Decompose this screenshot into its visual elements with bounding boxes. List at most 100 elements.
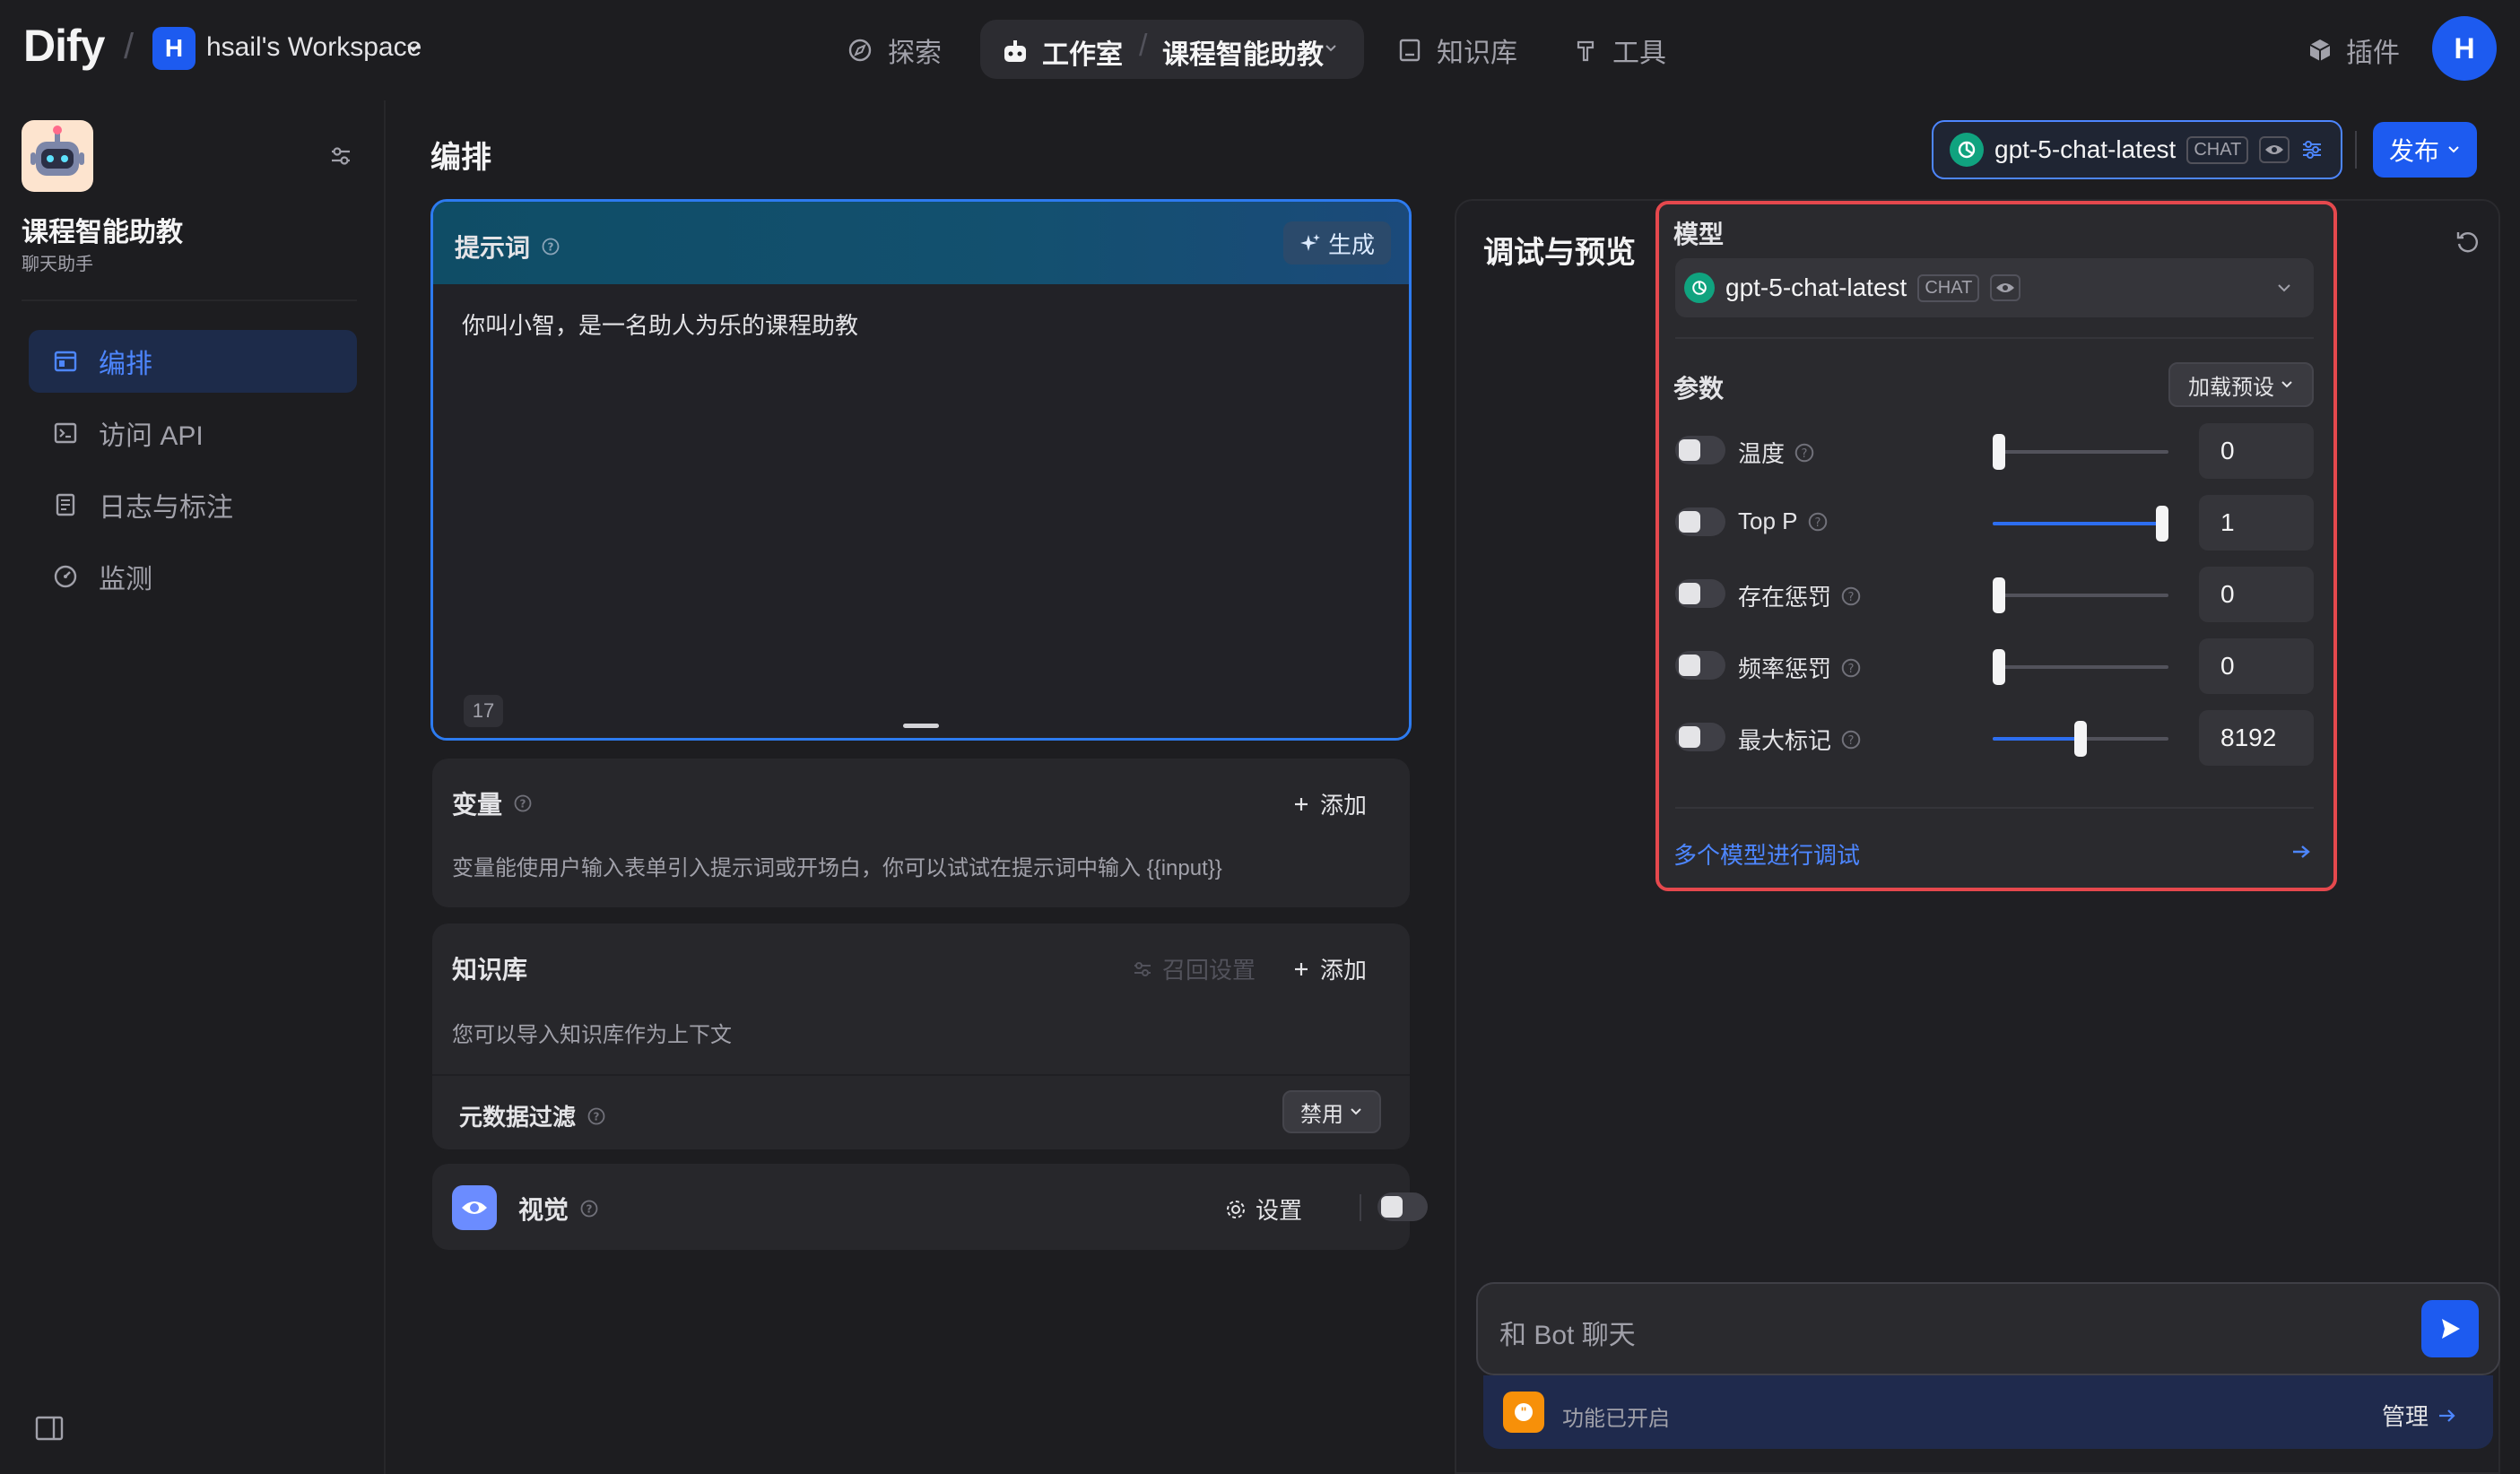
sidebar-item-logs[interactable]: 日志与标注 <box>29 473 357 536</box>
user-avatar[interactable]: H <box>2432 16 2497 81</box>
sliders-icon[interactable] <box>328 143 353 169</box>
plugins-label: 插件 <box>2346 39 2400 68</box>
metadata-filter-select[interactable]: 禁用 <box>1282 1090 1381 1133</box>
hammer-icon <box>1573 37 1598 64</box>
load-preset-label: 加载预设 <box>2188 375 2274 400</box>
chevron-down-icon[interactable] <box>1324 43 1338 54</box>
manage-features-button[interactable]: 管理 <box>2382 1399 2457 1432</box>
param-slider-thumb[interactable] <box>1993 434 2005 470</box>
prompt-header <box>433 202 1409 284</box>
param-value-input[interactable]: 0 <box>2199 567 2314 622</box>
arrow-right-icon <box>2437 1408 2457 1424</box>
svg-text:": " <box>1520 1406 1526 1420</box>
help-icon[interactable]: ? <box>579 1199 599 1218</box>
robot-icon <box>1001 39 1030 65</box>
param-slider-thumb[interactable] <box>2156 506 2168 542</box>
sidebar-item-label: 日志与标注 <box>99 493 233 523</box>
nav-tools-label: 工具 <box>1612 39 1666 68</box>
model-name: gpt-5-chat-latest <box>1994 135 2177 163</box>
vision-toggle[interactable] <box>1377 1192 1428 1221</box>
param-value-input[interactable]: 0 <box>2199 638 2314 694</box>
chevron-down-icon <box>2446 144 2461 155</box>
param-slider-track[interactable] <box>1993 450 2168 454</box>
help-icon[interactable]: ? <box>1840 585 1862 607</box>
param-value-input[interactable]: 0 <box>2199 423 2314 479</box>
sliders-icon <box>1132 958 1153 980</box>
model-selector-button[interactable]: gpt-5-chat-latest CHAT <box>1932 120 2342 179</box>
param-toggle[interactable] <box>1675 651 1725 680</box>
variables-title-label: 变量 <box>452 791 503 819</box>
param-toggle[interactable] <box>1675 579 1725 608</box>
metadata-filter-title: 元数据过滤 ? <box>459 1099 606 1132</box>
sidebar-item-orchestrate[interactable]: 编排 <box>29 330 357 393</box>
help-icon[interactable]: ? <box>1794 442 1815 464</box>
sidebar-item-api[interactable]: 访问 API <box>29 402 357 464</box>
help-icon[interactable]: ? <box>541 237 560 256</box>
param-label: 频率惩罚 ? <box>1738 651 1862 684</box>
send-button[interactable] <box>2421 1300 2479 1357</box>
add-knowledge-button[interactable]: 添加 <box>1291 952 1367 985</box>
app-name: 课程智能助教 <box>22 218 183 247</box>
resize-handle[interactable] <box>903 724 939 728</box>
chat-input-placeholder[interactable]: 和 Bot 聊天 <box>1499 1313 1636 1352</box>
chevron-down-icon <box>1349 1106 1363 1117</box>
prompt-text[interactable]: 你叫小智，是一名助人为乐的课程助教 <box>462 308 858 341</box>
nav-studio[interactable]: 工作室 <box>1001 32 1123 72</box>
nav-explore[interactable]: 探索 <box>847 30 942 70</box>
generate-button[interactable]: 生成 <box>1283 221 1391 264</box>
add-variable-button[interactable]: 添加 <box>1291 787 1367 820</box>
sidebar-item-label: 监测 <box>99 565 152 594</box>
divider <box>1360 1194 1361 1221</box>
chevron-down-icon[interactable] <box>405 39 421 56</box>
nav-separator: / <box>1139 29 1148 63</box>
recall-settings-button[interactable]: 召回设置 <box>1132 952 1256 985</box>
sidebar-item-monitor[interactable]: 监测 <box>29 545 357 608</box>
help-icon[interactable]: ? <box>587 1106 606 1126</box>
workspace-avatar[interactable]: H <box>152 27 196 70</box>
param-label-text: 存在惩罚 <box>1738 584 1832 611</box>
sidebar-collapse-icon[interactable] <box>34 1415 65 1442</box>
refresh-icon[interactable] <box>2454 228 2482 256</box>
param-toggle[interactable] <box>1675 723 1725 751</box>
nav-knowledge-label: 知识库 <box>1437 39 1517 68</box>
nav-explore-label: 探索 <box>888 39 942 68</box>
vision-card: 视觉 ? 设置 <box>432 1164 1428 1250</box>
param-slider-thumb[interactable] <box>1993 577 2005 613</box>
nav-knowledge[interactable]: 知识库 <box>1397 30 1517 70</box>
gear-icon <box>1225 1199 1247 1220</box>
nav-app-name[interactable]: 课程智能助教 <box>1162 32 1324 72</box>
nav-tools[interactable]: 工具 <box>1573 30 1666 70</box>
dify-logo[interactable]: Dify <box>23 20 105 72</box>
param-value-input[interactable]: 1 <box>2199 495 2314 551</box>
workspace-name[interactable]: hsail's Workspace <box>206 32 421 63</box>
knowledge-title: 知识库 <box>452 956 528 984</box>
sidebar-item-label: 访问 API <box>99 421 204 451</box>
help-icon[interactable]: ? <box>1840 657 1862 679</box>
arrow-right-icon[interactable] <box>2290 843 2312 861</box>
prompt-editor[interactable] <box>433 284 1409 738</box>
model-select[interactable]: gpt-5-chat-latest CHAT <box>1675 258 2314 317</box>
param-slider-thumb[interactable] <box>1993 649 2005 685</box>
param-toggle[interactable] <box>1675 436 1725 464</box>
vision-settings-button[interactable]: 设置 <box>1225 1192 1302 1226</box>
plugins-button[interactable]: 插件 <box>2307 30 2400 70</box>
app-sidebar <box>0 100 386 1474</box>
param-toggle[interactable] <box>1675 507 1725 536</box>
param-label: 温度 ? <box>1738 436 1815 469</box>
param-slider-thumb[interactable] <box>2074 721 2087 757</box>
svg-text:?: ? <box>1848 590 1855 603</box>
help-icon[interactable]: ? <box>1840 729 1862 750</box>
publish-button[interactable]: 发布 <box>2373 122 2477 178</box>
param-label-text: 最大标记 <box>1738 727 1832 754</box>
param-slider-track[interactable] <box>1993 665 2168 669</box>
nav-studio-label: 工作室 <box>1042 40 1123 70</box>
eye-icon <box>452 1185 497 1230</box>
load-preset-button[interactable]: 加载预设 <box>2168 362 2314 407</box>
param-slider-track[interactable] <box>1993 594 2168 597</box>
param-value-input[interactable]: 8192 <box>2199 710 2314 766</box>
metadata-filter-label: 元数据过滤 <box>459 1104 577 1131</box>
multi-model-debug-link[interactable]: 多个模型进行调试 <box>1673 837 1860 871</box>
help-icon[interactable]: ? <box>513 793 533 813</box>
param-label: 存在惩罚 ? <box>1738 579 1862 612</box>
help-icon[interactable]: ? <box>1807 511 1829 533</box>
